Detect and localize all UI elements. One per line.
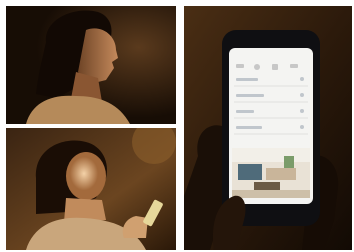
woman-profile-dark-photo: [6, 6, 176, 124]
room-thumbnail: [232, 148, 310, 198]
woman-looking-at-phone-photo: [6, 128, 176, 250]
hand-holding-smartphone-photo: [184, 6, 352, 250]
